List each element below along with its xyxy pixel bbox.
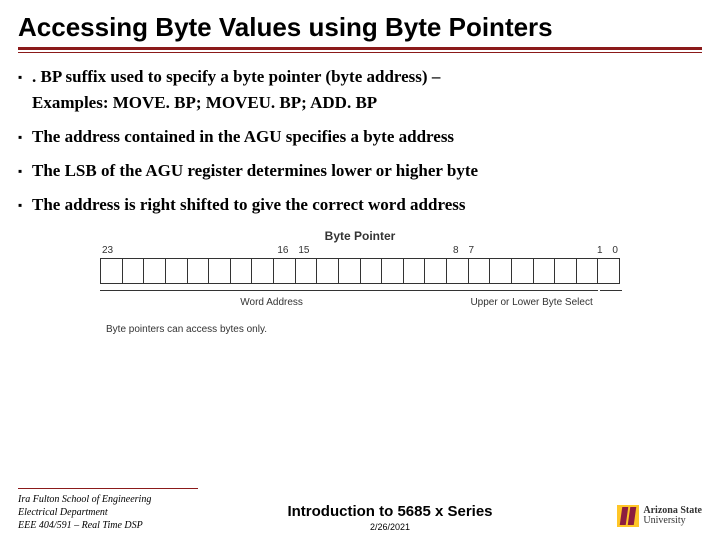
byte-select-label: Upper or Lower Byte Select (443, 297, 620, 308)
footer-center: Introduction to 5685 x Series 2/26/2021 (287, 503, 492, 532)
footer: Ira Fulton School of Engineering Electri… (0, 488, 720, 532)
bit-label-23: 23 (102, 245, 113, 256)
label-row: Word Address Upper or Lower Byte Select (100, 297, 620, 308)
bit-labels-row: 23 16 15 8 7 1 0 (100, 245, 620, 256)
bullet-list: . BP suffix used to specify a byte point… (18, 67, 702, 215)
bit-label-0: 0 (612, 245, 618, 256)
asu-logo-icon (617, 505, 639, 527)
bullet-1-text: . BP suffix used to specify a byte point… (32, 67, 440, 86)
bullet-1-sub: Examples: MOVE. BP; MOVEU. BP; ADD. BP (32, 93, 702, 113)
diagram-title: Byte Pointer (100, 229, 620, 243)
footer-center-title: Introduction to 5685 x Series (287, 503, 492, 520)
footer-date: 2/26/2021 (287, 522, 492, 532)
divider-thin (18, 52, 702, 53)
bit-ruler (100, 258, 620, 284)
bullet-4: The address is right shifted to give the… (18, 195, 702, 215)
footer-line1: Ira Fulton School of Engineering (18, 493, 198, 506)
asu-text-line2: University (643, 515, 685, 526)
footer-line3: EEE 404/591 – Real Time DSP (18, 519, 198, 532)
bit-label-15: 15 (298, 245, 309, 256)
bullet-3: The LSB of the AGU register determines l… (18, 161, 702, 181)
asu-logo: Arizona State University (617, 505, 702, 527)
bit-label-7: 7 (468, 245, 474, 256)
footer-left: Ira Fulton School of Engineering Electri… (18, 488, 198, 532)
word-address-label: Word Address (100, 297, 443, 308)
bit-label-16: 16 (277, 245, 288, 256)
bit-label-8: 8 (453, 245, 459, 256)
footer-line2: Electrical Department (18, 506, 198, 519)
page-title: Accessing Byte Values using Byte Pointer… (18, 12, 702, 43)
divider-thick (18, 47, 702, 50)
diagram-caption: Byte pointers can access bytes only. (100, 324, 620, 335)
bit-label-1: 1 (597, 245, 603, 256)
asu-logo-text: Arizona State University (643, 506, 702, 526)
byte-pointer-diagram: Byte Pointer 23 16 15 8 7 1 0 Word Addre (100, 229, 620, 335)
bullet-2: The address contained in the AGU specifi… (18, 127, 702, 147)
brace-row (100, 284, 620, 291)
footer-right: Arizona State University (582, 505, 702, 532)
bullet-1: . BP suffix used to specify a byte point… (18, 67, 702, 113)
